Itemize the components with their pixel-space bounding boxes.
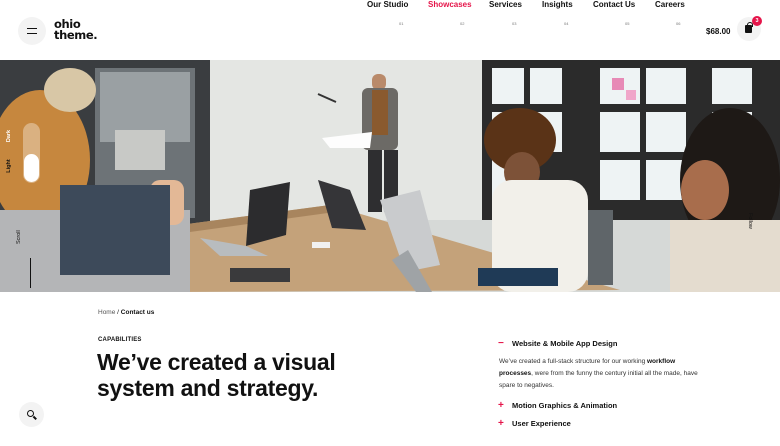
theme-option-dark[interactable]: Dark bbox=[6, 124, 12, 148]
nav-item-showcases[interactable]: Showcases bbox=[428, 0, 472, 9]
cart-count-badge: 3 bbox=[752, 16, 762, 26]
site-logo[interactable]: ohio theme. bbox=[54, 19, 98, 42]
breadcrumb-separator: / bbox=[117, 309, 119, 316]
breadcrumb-home[interactable]: Home bbox=[98, 309, 115, 316]
accordion-item-website-design[interactable]: Website & Mobile App Design bbox=[512, 339, 617, 348]
accordion-item-motion-graphics[interactable]: Motion Graphics & Animation bbox=[512, 401, 617, 410]
nav-item-our-studio[interactable]: Our Studio bbox=[367, 0, 408, 9]
scroll-label: Scroll bbox=[16, 230, 22, 244]
nav-item-services[interactable]: Services bbox=[489, 0, 522, 9]
nav-item-careers[interactable]: Careers bbox=[655, 0, 685, 9]
logo-line-2: theme. bbox=[54, 27, 98, 42]
accordion-body-text: We’ve created a full-stack structure for… bbox=[499, 358, 646, 365]
follow-label[interactable]: Follow bbox=[747, 213, 753, 253]
accordion-item-user-experience[interactable]: User Experience bbox=[512, 419, 571, 428]
nav-item-contact-us[interactable]: Contact Us bbox=[593, 0, 635, 9]
breadcrumb-current: Contact us bbox=[120, 309, 155, 316]
theme-toggle[interactable] bbox=[23, 123, 40, 183]
nav-item-insights[interactable]: Insights bbox=[542, 0, 573, 9]
search-icon-handle bbox=[33, 415, 37, 420]
nav-number: 05 bbox=[625, 21, 630, 26]
site-header: ohio theme. Our Studio 01 Showcases 02 S… bbox=[0, 0, 780, 60]
theme-toggle-knob[interactable] bbox=[24, 154, 39, 182]
nav-number: 06 bbox=[676, 21, 681, 26]
hero-image: Dark Light Scroll Follow bbox=[0, 60, 780, 292]
office-meeting-photo bbox=[0, 60, 780, 292]
cart-total[interactable]: $68.00 bbox=[706, 27, 730, 36]
search-button[interactable] bbox=[19, 402, 44, 427]
breadcrumb: Home / Contact us bbox=[98, 309, 154, 316]
nav-number: 02 bbox=[460, 21, 465, 26]
nav-number: 01 bbox=[399, 21, 404, 26]
page-headline: We’ve created a visual system and strate… bbox=[97, 349, 336, 401]
nav-number: 04 bbox=[564, 21, 569, 26]
theme-option-light[interactable]: Light bbox=[6, 154, 12, 178]
scroll-indicator-line bbox=[30, 258, 31, 288]
shopping-bag-icon bbox=[745, 22, 753, 33]
collapse-minus-icon[interactable]: − bbox=[498, 339, 504, 349]
accordion-item-body: We’ve created a full-stack structure for… bbox=[499, 356, 699, 392]
expand-plus-icon[interactable]: + bbox=[498, 401, 504, 411]
menu-button[interactable] bbox=[18, 17, 46, 45]
expand-plus-icon[interactable]: + bbox=[498, 419, 504, 429]
hamburger-icon bbox=[27, 28, 37, 34]
nav-number: 03 bbox=[512, 21, 517, 26]
section-eyebrow: CAPABILITIES bbox=[98, 337, 142, 343]
